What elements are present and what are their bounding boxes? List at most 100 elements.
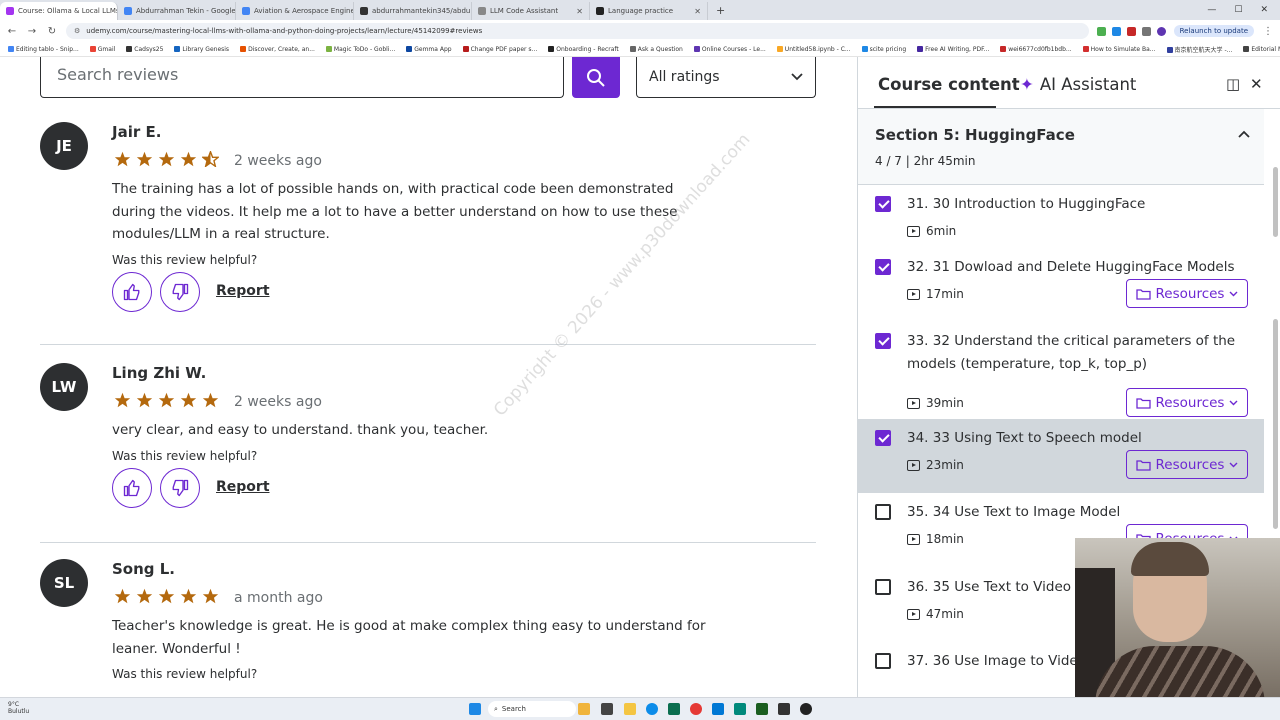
star-icon: [114, 588, 131, 608]
star-icon: [158, 151, 175, 171]
app-icon[interactable]: [578, 703, 590, 715]
bookmark-item[interactable]: Change PDF paper s...: [462, 46, 537, 53]
bookmark-item[interactable]: Ask a Question: [629, 46, 683, 53]
bookmark-item[interactable]: scite pricing: [861, 46, 906, 53]
browser-tab[interactable]: Course: Ollama & Local LLMs fo✕: [0, 2, 118, 20]
bookmark-item[interactable]: Untitled58.ipynb - C...: [776, 46, 851, 53]
profile-avatar-icon[interactable]: [1156, 26, 1166, 36]
bookmark-item[interactable]: 南京航空航天大学 -...: [1166, 45, 1232, 54]
resources-button[interactable]: Resources: [1126, 388, 1248, 417]
relaunch-button[interactable]: Relaunch to update: [1173, 25, 1254, 37]
tab-favicon-icon: [242, 7, 250, 15]
lecture-checkbox[interactable]: [875, 333, 891, 349]
new-tab-button[interactable]: +: [708, 4, 733, 17]
bookmark-item[interactable]: Free AI Writing, PDF...: [917, 46, 989, 53]
resources-button[interactable]: Resources: [1126, 279, 1248, 308]
report-link[interactable]: Report: [216, 283, 270, 299]
browser-tab[interactable]: Aviation & Aerospace Engineerin✕: [236, 2, 354, 20]
close-icon[interactable]: ✕: [1250, 75, 1263, 93]
extension-icon[interactable]: [1141, 26, 1151, 36]
bookmark-item[interactable]: Gmail: [89, 45, 116, 53]
bookmark-item[interactable]: Discover, Create, an...: [240, 46, 315, 53]
outlook-icon[interactable]: [712, 703, 724, 715]
section-header[interactable]: Section 5: HuggingFace 4 / 7 | 2hr 45min: [858, 109, 1264, 185]
url-field[interactable]: ⚙ udemy.com/course/mastering-local-llms-…: [66, 23, 1089, 39]
weather-widget[interactable]: 9°C Bulutlu: [8, 701, 29, 715]
tab-ai-assistant[interactable]: ✦ AI Assistant: [1020, 75, 1136, 94]
tab-course-content[interactable]: Course content: [878, 75, 1020, 94]
close-tab-icon[interactable]: ✕: [694, 7, 701, 16]
bookmark-item[interactable]: Editing tablo - Snip...: [8, 46, 79, 53]
scrollbar-thumb[interactable]: [1273, 167, 1278, 237]
thumbs-up-button[interactable]: [112, 467, 152, 508]
menu-icon[interactable]: ⋮: [1262, 26, 1274, 37]
browser-tab[interactable]: abdurrahmantekin345/abdurrah✕: [354, 2, 472, 20]
search-button[interactable]: [572, 57, 620, 98]
lecture-checkbox[interactable]: [875, 504, 891, 520]
video-icon: [907, 608, 920, 620]
expand-panel-icon[interactable]: ◫: [1226, 75, 1240, 93]
lecture-duration-text: 47min: [926, 607, 964, 621]
lecture-checkbox[interactable]: [875, 196, 891, 212]
lecture-item[interactable]: 33. 32 Understand the critical parameter…: [858, 322, 1264, 419]
maximize-icon[interactable]: ☐: [1234, 5, 1242, 15]
bookmark-item[interactable]: Magic ToDo - Gobli...: [325, 46, 395, 53]
bookmark-item[interactable]: wei6677cd0fb1bdb...: [1000, 46, 1072, 53]
bookmark-item[interactable]: Onboarding - Recraft: [548, 46, 619, 53]
file-explorer-icon[interactable]: [624, 703, 636, 715]
app-icon[interactable]: [734, 703, 746, 715]
bookmark-label: Gmail: [97, 45, 116, 53]
site-info-icon[interactable]: ⚙: [74, 27, 80, 35]
close-window-icon[interactable]: ✕: [1260, 5, 1268, 15]
app-icon[interactable]: [800, 703, 812, 715]
browser-tab[interactable]: Abdurrahman Tekin - Google Sc✕: [118, 2, 236, 20]
thumbs-up-button[interactable]: [112, 271, 152, 312]
lecture-item[interactable]: 31. 30 Introduction to HuggingFace 6min: [858, 185, 1264, 248]
lecture-duration: 23min: [907, 458, 964, 472]
task-view-icon[interactable]: [601, 703, 613, 715]
extension-icon[interactable]: [1111, 26, 1121, 36]
edge-icon[interactable]: [646, 703, 658, 715]
tab-favicon-icon: [596, 7, 604, 15]
browser-tab[interactable]: LLM Code Assistant ✕: [472, 2, 590, 20]
extension-icon[interactable]: [1096, 26, 1106, 36]
bookmark-item[interactable]: Editorial Manager®: [1243, 46, 1280, 53]
lecture-item[interactable]: 34. 33 Using Text to Speech model 23min Re…: [858, 419, 1264, 493]
lecture-checkbox[interactable]: [875, 653, 891, 669]
lecture-checkbox[interactable]: [875, 259, 891, 275]
thumbs-down-button[interactable]: [160, 467, 200, 508]
bookmark-item[interactable]: How to Simulate Ba...: [1082, 46, 1156, 53]
forward-icon[interactable]: →: [26, 26, 38, 37]
minimize-icon[interactable]: —: [1207, 5, 1216, 15]
back-icon[interactable]: ←: [6, 26, 18, 37]
address-bar-row: ← → ↻ ⚙ udemy.com/course/mastering-local…: [0, 20, 1280, 42]
lecture-checkbox[interactable]: [875, 430, 891, 446]
reviews-panel: Search reviews All ratings JE Jair E. 2 …: [0, 57, 857, 697]
resources-button[interactable]: Resources: [1126, 450, 1248, 479]
lecture-item[interactable]: 32. 31 Dowload and Delete HuggingFace Mo…: [858, 248, 1264, 322]
bookmark-item[interactable]: Library Genesis: [174, 46, 229, 53]
half-star-icon: [200, 149, 221, 171]
bookmark-item[interactable]: Cadsys25: [126, 46, 163, 53]
excel-icon[interactable]: [756, 703, 768, 715]
lecture-checkbox[interactable]: [875, 579, 891, 595]
terminal-icon[interactable]: [778, 703, 790, 715]
report-link[interactable]: Report: [216, 479, 270, 495]
star-icon: [114, 392, 131, 412]
windows-start-icon[interactable]: [469, 703, 481, 715]
extension-icon[interactable]: [1126, 26, 1136, 36]
bookmark-label: Onboarding - Recraft: [556, 45, 619, 53]
reload-icon[interactable]: ↻: [46, 26, 58, 37]
bookmark-item[interactable]: Online Courses - Le...: [693, 46, 766, 53]
search-reviews-input[interactable]: Search reviews: [40, 57, 564, 98]
browser-tab[interactable]: Language practice ✕: [590, 2, 708, 20]
close-tab-icon[interactable]: ✕: [576, 7, 583, 16]
rating-filter-select[interactable]: All ratings: [636, 57, 816, 98]
chevron-down-icon: [1229, 291, 1238, 296]
scrollbar-thumb[interactable]: [1273, 319, 1278, 529]
thumbs-down-button[interactable]: [160, 271, 200, 312]
bookmark-item[interactable]: Gemma App: [406, 46, 452, 53]
app-icon[interactable]: [668, 703, 680, 715]
chrome-icon[interactable]: [690, 703, 702, 715]
taskbar-search[interactable]: ⌕ Search: [488, 701, 576, 717]
